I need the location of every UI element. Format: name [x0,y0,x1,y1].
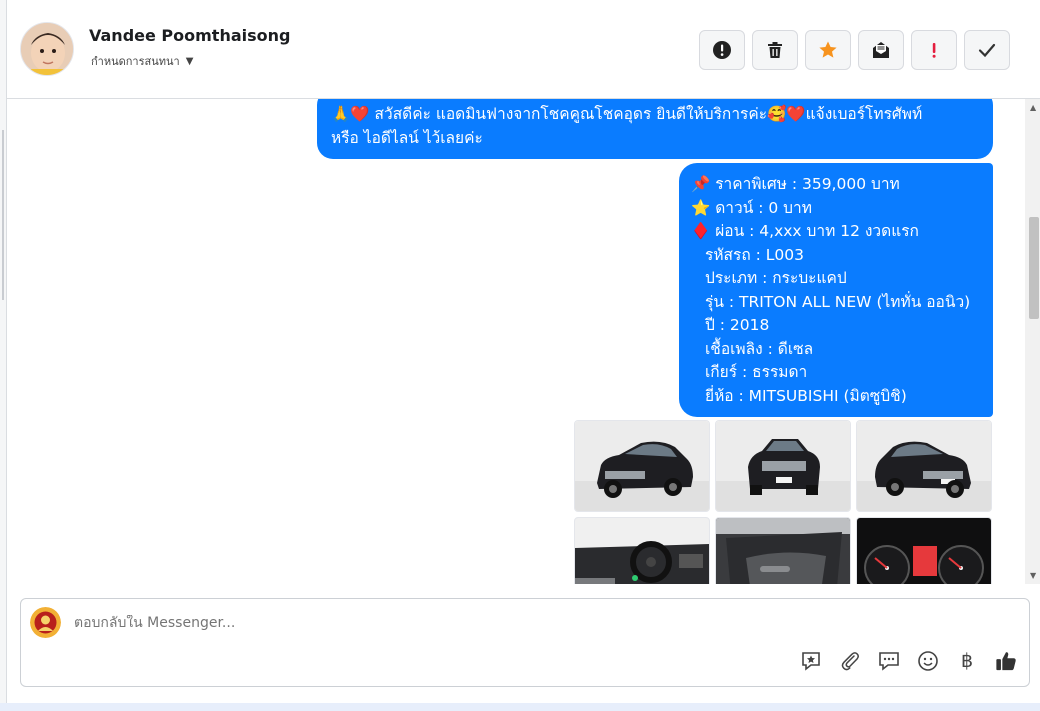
assign-label: กำหนดการสนทนา [91,55,180,68]
car-photo-front-right[interactable] [856,420,992,512]
payment-button[interactable]: ฿ [956,649,978,673]
message-bubble-car-details[interactable]: 📌 ราคาพิเศษ : 359,000 บาท ⭐ ดาวน์ : 0 บา… [679,163,993,417]
message-thread[interactable]: 🙏❤️ สวัสดีค่ะ แอดมินฟางจากโชคคูณโชคอุดร … [7,99,1040,584]
star-button[interactable] [805,30,851,70]
caret-down-icon: ▼ [185,55,194,67]
chat-bubble-icon [879,652,899,671]
conversation-panel: Vandee Poomthaisong กำหนดการสนทนา ▼ 🙏❤️ … [6,0,1040,703]
contact-name[interactable]: Vandee Poomthaisong [89,26,290,45]
report-icon [713,41,731,59]
priority-button[interactable] [911,30,957,70]
photo-attachments [574,420,994,584]
emoji-button[interactable] [917,649,939,673]
car-photo-instrument-cluster[interactable] [856,517,992,584]
car-photo-front[interactable] [715,420,851,512]
star-icon [819,41,837,58]
chat-button[interactable] [878,649,900,673]
detail-down: ⭐ ดาวน์ : 0 บาท [691,198,812,217]
page-avatar [30,607,61,638]
saved-reply-icon [802,652,820,671]
car-photo-interior-door[interactable] [715,517,851,584]
detail-gear: เกียร์ : ธรรมดา [705,363,808,381]
thumbs-up-icon [996,652,1016,671]
car-photo-interior-dashboard[interactable] [574,517,710,584]
scroll-down-icon[interactable]: ▼ [1030,571,1036,580]
reply-composer: ฿ [20,598,1030,687]
window-bottom-band [0,703,1040,711]
delete-button[interactable] [752,30,798,70]
saved-reply-button[interactable] [800,649,822,673]
detail-brand: ยี่ห้อ : MITSUBISHI (มิตซูบิชิ) [705,386,907,405]
header-actions [699,30,1010,70]
message-bubble-greeting[interactable]: 🙏❤️ สวัสดีค่ะ แอดมินฟางจากโชคคูณโชคอุดร … [317,99,993,159]
assign-conversation-dropdown[interactable]: กำหนดการสนทนา ▼ [91,52,193,70]
detail-year: ปี : 2018 [705,316,770,334]
thread-scrollbar[interactable]: ▲ ▼ [1025,99,1040,584]
conversation-header: Vandee Poomthaisong กำหนดการสนทนา ▼ [7,0,1040,99]
scroll-up-icon[interactable]: ▲ [1030,103,1036,112]
detail-fuel: เชื้อเพลิง : ดีเซล [705,339,814,358]
attach-button[interactable] [839,649,861,673]
trash-icon [768,42,782,58]
greeting-line-2: หรือ ไอดีไลน์ ไว้เลยค่ะ [331,128,483,147]
report-button[interactable] [699,30,745,70]
emoji-icon [918,651,938,671]
detail-code: รหัสรถ : L003 [705,245,805,264]
mark-unread-icon [873,42,889,58]
detail-price: 📌 ราคาพิเศษ : 359,000 บาท [691,175,900,193]
composer-tools: ฿ [800,649,1017,673]
reply-input[interactable] [74,615,774,631]
detail-model: รุ่น : TRITON ALL NEW (ไททั่น ออนิว) [705,292,971,311]
detail-installment: ♦️ ผ่อน : 4,xxx บาท 12 งวดแรก [691,222,919,240]
like-button[interactable] [995,649,1017,673]
mark-unread-button[interactable] [858,30,904,70]
baht-icon: ฿ [960,650,974,672]
mark-done-button[interactable] [964,30,1010,70]
car-photo-front-left[interactable] [574,420,710,512]
attach-icon [841,652,859,671]
scroll-thumb[interactable] [1029,217,1039,319]
contact-avatar[interactable] [20,22,74,76]
done-check-icon [978,43,996,58]
priority-icon [932,43,936,58]
detail-type: ประเภท : กระบะแคป [705,269,847,287]
greeting-line-1: 🙏❤️ สวัสดีค่ะ แอดมินฟางจากโชคคูณโชคอุดร … [331,105,923,123]
